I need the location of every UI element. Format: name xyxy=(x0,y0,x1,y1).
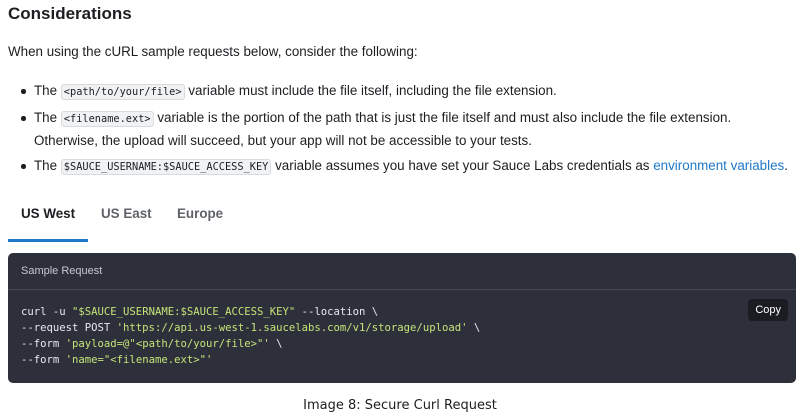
code-block: Sample Request Copy curl -u "$SAUCE_USER… xyxy=(8,253,796,383)
code-line: --request POST 'https://api.us-west-1.sa… xyxy=(21,322,481,334)
region-tabs: US West US East Europe xyxy=(8,196,798,242)
page: Considerations When using the cURL sampl… xyxy=(0,0,800,418)
bullet-dot xyxy=(21,89,26,94)
bullet-dot xyxy=(21,116,26,121)
copy-button[interactable]: Copy xyxy=(748,299,788,321)
list-item: The <path/to/your/file> variable must in… xyxy=(8,80,798,103)
page-heading: Considerations xyxy=(8,4,132,23)
inline-code: $SAUCE_USERNAME:$SAUCE_ACCESS_KEY xyxy=(60,159,272,175)
code-line: curl -u "$SAUCE_USERNAME:$SAUCE_ACCESS_K… xyxy=(21,306,379,318)
list-item-text: variable assumes you have set your Sauce… xyxy=(271,158,654,173)
list-item-text: The xyxy=(34,110,61,125)
inline-code: <path/to/your/file> xyxy=(60,84,185,100)
tab-us-west[interactable]: US West xyxy=(8,196,89,242)
code-block-title: Sample Request xyxy=(8,253,796,290)
image-caption: Image 8: Secure Curl Request xyxy=(303,398,497,413)
list-item-text: The xyxy=(34,83,61,98)
code-content: curl -u "$SAUCE_USERNAME:$SAUCE_ACCESS_K… xyxy=(8,290,796,368)
list-item-text: . xyxy=(784,158,788,173)
code-line: --form 'name="<filename.ext>"' xyxy=(21,354,213,366)
bullet-dot xyxy=(21,164,26,169)
tab-us-east[interactable]: US East xyxy=(101,196,152,239)
list-item: The $SAUCE_USERNAME:$SAUCE_ACCESS_KEY va… xyxy=(8,155,798,178)
list-item: The <filename.ext> variable is the porti… xyxy=(8,107,798,151)
list-item-text: The xyxy=(34,158,61,173)
tab-europe[interactable]: Europe xyxy=(177,196,223,239)
intro-text: When using the cURL sample requests belo… xyxy=(8,44,418,59)
code-line: --form 'payload=@"<path/to/your/file>"' … xyxy=(21,338,283,350)
considerations-list: The <path/to/your/file> variable must in… xyxy=(8,80,798,182)
list-item-text: variable must include the file itself, i… xyxy=(184,83,557,98)
environment-variables-link[interactable]: environment variables xyxy=(653,158,784,173)
inline-code: <filename.ext> xyxy=(60,111,154,127)
